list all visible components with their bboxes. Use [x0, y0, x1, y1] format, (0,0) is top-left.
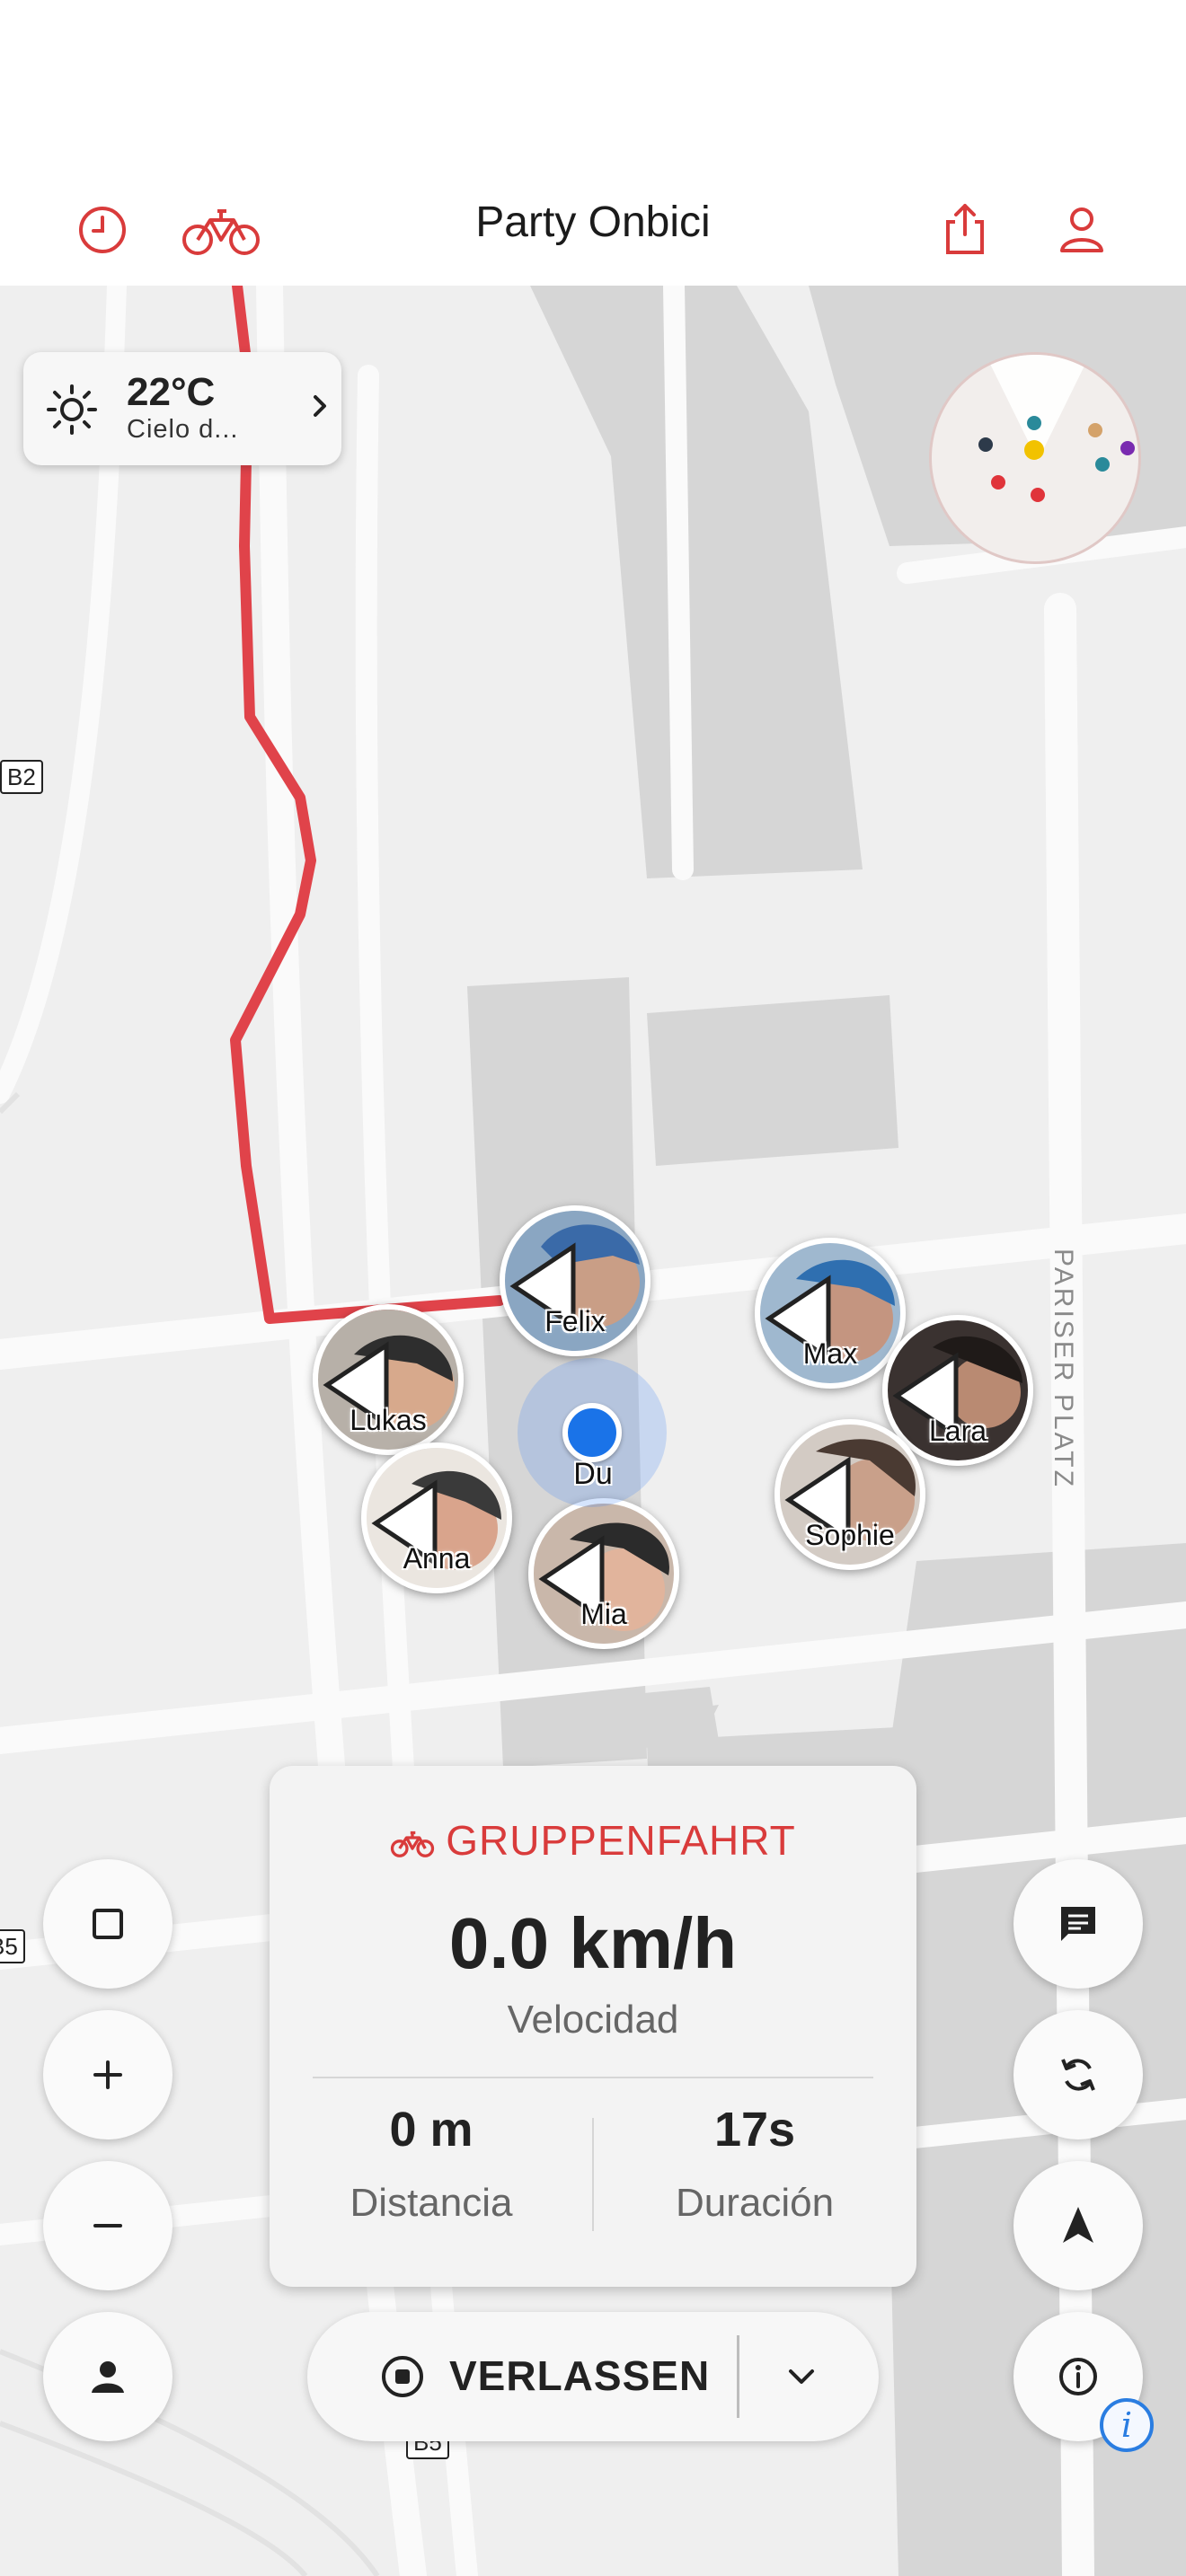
info-icon: [1059, 2358, 1097, 2395]
location-dot: [562, 1403, 622, 1462]
road-label-b5-left: B5: [0, 1929, 25, 1963]
stop-icon: [382, 2356, 423, 2397]
sync-icon: [1061, 2059, 1095, 2091]
ride-mode: GRUPPENFAHRT: [270, 1816, 916, 1868]
my-location-label: Du: [573, 1457, 613, 1491]
zoom-in-button[interactable]: [43, 2010, 173, 2139]
chat-button[interactable]: [1013, 1859, 1143, 1989]
rider-avatar-lukas[interactable]: Lukas: [313, 1304, 464, 1455]
person-button[interactable]: [43, 2312, 173, 2441]
chevron-right-icon: [309, 392, 331, 425]
person-icon: [92, 2361, 124, 2393]
rider-name: Sophie: [805, 1519, 895, 1551]
bike-icon: [390, 1820, 435, 1868]
status-bar-area: [0, 0, 1186, 180]
rider-avatar-anna[interactable]: Anna: [361, 1442, 512, 1593]
duration-label: Duración: [675, 2181, 835, 2225]
page-title: Party Onbici: [475, 198, 711, 246]
rider-name: Felix: [544, 1305, 606, 1337]
share-icon[interactable]: [936, 201, 994, 259]
map-attribution-info-icon[interactable]: i: [1100, 2398, 1154, 2452]
chat-icon: [1061, 1907, 1095, 1941]
profile-icon[interactable]: [1053, 201, 1111, 259]
rider-avatar-mia[interactable]: Mia: [528, 1498, 679, 1649]
sync-button[interactable]: [1013, 2010, 1143, 2139]
sun-icon: [45, 383, 99, 441]
plus-icon: [93, 2060, 122, 2089]
ride-mode-label: GRUPPENFAHRT: [446, 1817, 796, 1864]
divider: [313, 2077, 873, 2078]
duration-value: 17s: [713, 2103, 796, 2157]
rider-avatar-felix[interactable]: Felix: [500, 1205, 651, 1356]
street-label: PARISER PLATZ: [1049, 1248, 1078, 1489]
road-label-b2: B2: [0, 760, 43, 794]
minus-icon: [93, 2224, 122, 2228]
distance-label: Distancia: [350, 2181, 513, 2225]
ride-stats-card: GRUPPENFAHRT 0.0 km/h Velocidad 0 m Dist…: [270, 1766, 916, 2287]
leave-group-button[interactable]: VERLASSEN: [307, 2312, 879, 2441]
speed-label: Velocidad: [507, 1998, 679, 2042]
weather-condition: Cielo d...: [127, 415, 239, 444]
rider-name: Mia: [580, 1598, 627, 1630]
rider-name: Lukas: [350, 1404, 427, 1436]
rider-name: Anna: [403, 1542, 471, 1575]
navigation-arrow-icon: [1063, 2207, 1093, 2243]
square-icon: [93, 1909, 123, 1939]
app-header: Party Onbici: [0, 180, 1186, 286]
distance-value: 0 m: [389, 2103, 474, 2157]
rider-avatar-max[interactable]: Max: [755, 1238, 906, 1389]
square-button[interactable]: [43, 1859, 173, 1989]
rider-name: Max: [802, 1337, 858, 1370]
leave-label: VERLASSEN: [449, 2352, 711, 2399]
zoom-out-button[interactable]: [43, 2161, 173, 2290]
navigation-button[interactable]: [1013, 2161, 1143, 2290]
chevron-down-icon[interactable]: [785, 2362, 818, 2391]
weather-temperature: 22°C: [127, 370, 216, 414]
speed-value: 0.0 km/h: [448, 1903, 738, 1983]
rider-avatar-sophie[interactable]: Sophie: [774, 1419, 925, 1570]
leave-divider: [737, 2335, 739, 2418]
weather-widget[interactable]: 22°C Cielo d...: [23, 352, 341, 465]
group-radar[interactable]: [929, 352, 1141, 564]
